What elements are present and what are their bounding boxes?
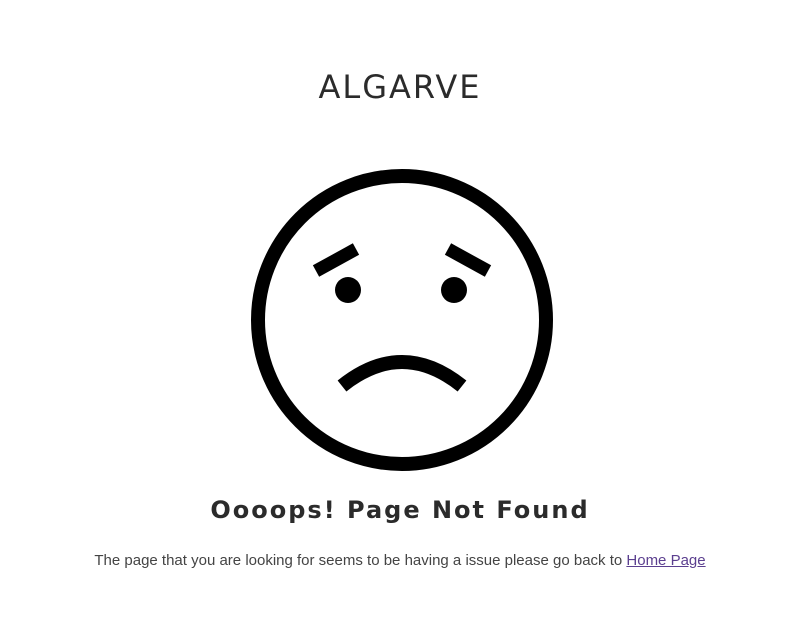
error-message-line: The page that you are looking for seems … — [0, 552, 800, 569]
site-brand: ALGARVE — [318, 68, 482, 106]
home-page-link[interactable]: Home Page — [626, 552, 705, 569]
not-found-page: ALGARVE Oooops! Page Not Found The page … — [0, 0, 800, 626]
error-heading: Oooops! Page Not Found — [210, 496, 590, 524]
error-message-text: The page that you are looking for seems … — [94, 552, 623, 569]
sad-face-icon — [251, 169, 553, 471]
